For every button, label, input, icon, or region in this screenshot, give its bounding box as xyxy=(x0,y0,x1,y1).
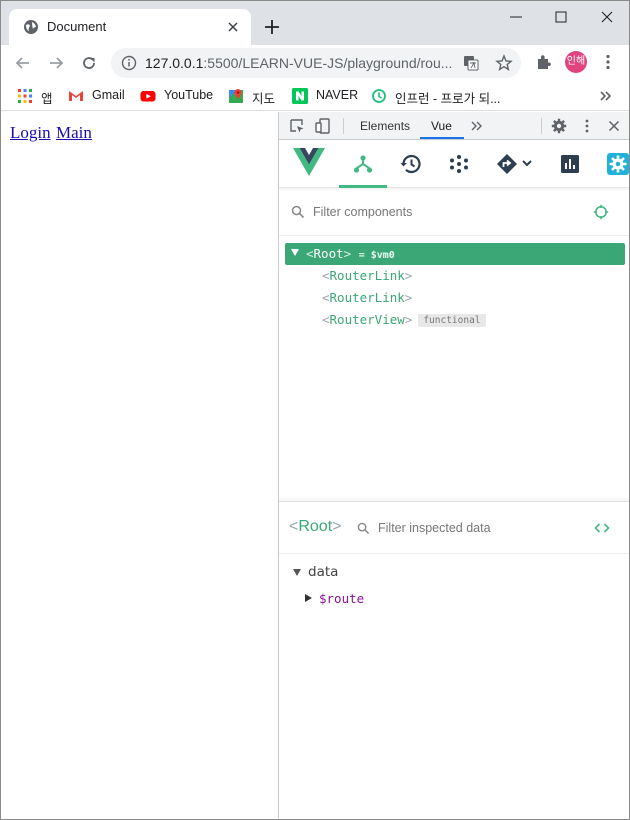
device-toolbar-icon[interactable] xyxy=(315,118,331,134)
youtube-icon xyxy=(140,91,156,102)
data-section-label: data xyxy=(308,564,339,580)
close-tab-icon[interactable] xyxy=(225,19,241,35)
open-source-code-icon[interactable] xyxy=(594,520,610,536)
tree-node-label: <RouterLink> xyxy=(322,268,413,283)
toolbar-divider xyxy=(343,118,344,134)
maximize-icon[interactable] xyxy=(549,7,573,27)
maps-icon xyxy=(229,89,243,103)
globe-icon xyxy=(24,20,38,34)
vm-reference: = $vm0 xyxy=(358,250,395,261)
gmail-icon xyxy=(69,91,83,101)
search-icon xyxy=(357,522,370,535)
tree-row-routerlink[interactable]: <RouterLink> xyxy=(285,265,625,287)
bookmark-star-icon[interactable] xyxy=(495,54,513,72)
vue-devtools-toolbar xyxy=(279,140,630,188)
more-tabs-icon[interactable] xyxy=(469,118,485,134)
tree-node-label: <Root> = $vm0 xyxy=(306,246,395,261)
naver-icon xyxy=(292,88,308,104)
forward-icon[interactable] xyxy=(46,53,66,73)
history-icon[interactable] xyxy=(399,152,423,176)
browser-menu-icon[interactable] xyxy=(599,53,617,71)
vuex-dots-icon[interactable] xyxy=(447,152,471,176)
inspector-header: <Root> Filter inspected data xyxy=(279,502,629,554)
page-viewport: Login Main xyxy=(1,112,278,819)
bookmark-label: YouTube xyxy=(164,88,214,102)
url-host: 127.0.0.1 xyxy=(145,55,204,71)
component-name: RouterLink xyxy=(329,268,405,283)
vue-settings-icon[interactable] xyxy=(606,152,630,176)
devtools-tab-bar: Elements Vue xyxy=(279,112,629,140)
close-devtools-icon[interactable] xyxy=(606,118,622,134)
functional-badge: functional xyxy=(418,314,486,327)
inspect-element-icon[interactable] xyxy=(289,118,305,134)
devtools-menu-icon[interactable] xyxy=(579,118,595,134)
tree-row-root[interactable]: <Root> = $vm0 xyxy=(285,243,625,265)
browser-toolbar: 127.0.0.1:5500/LEARN-VUE-JS/playground/r… xyxy=(1,45,629,81)
active-tab-indicator xyxy=(420,137,464,139)
components-icon[interactable] xyxy=(351,152,375,176)
extensions-icon[interactable] xyxy=(535,53,553,71)
inspected-component-title: <Root> xyxy=(289,518,342,535)
site-info-icon[interactable] xyxy=(121,55,137,71)
tree-node-label: <RouterView> functional xyxy=(322,312,486,327)
tab-elements[interactable]: Elements xyxy=(360,119,410,133)
settings-gear-icon[interactable] xyxy=(551,118,567,134)
main-link[interactable]: Main xyxy=(56,123,92,143)
tree-row-routerlink[interactable]: <RouterLink> xyxy=(285,287,625,309)
tab-title: Document xyxy=(47,19,107,34)
reload-icon[interactable] xyxy=(79,53,99,73)
toolbar-divider xyxy=(541,118,542,134)
component-tree: <Root> = $vm0 <RouterLink> <RouterLink> … xyxy=(279,236,629,496)
performance-chart-icon[interactable] xyxy=(558,152,582,176)
search-icon xyxy=(291,205,305,219)
bookmark-label: NAVER xyxy=(316,88,359,102)
url-text[interactable]: 127.0.0.1:5500/LEARN-VUE-JS/playground/r… xyxy=(145,55,465,71)
router-icon[interactable] xyxy=(495,152,535,176)
close-window-icon[interactable] xyxy=(595,7,619,27)
bookmark-label: Gmail xyxy=(92,88,125,102)
back-icon[interactable] xyxy=(13,53,33,73)
inflearn-icon xyxy=(372,89,386,103)
filter-components-input[interactable]: Filter components xyxy=(313,205,412,219)
title-bar: Document xyxy=(1,1,629,45)
more-bookmarks-icon[interactable] xyxy=(599,89,613,103)
translate-icon[interactable] xyxy=(463,55,479,71)
bookmark-label: 인프런 - 프로가 되... xyxy=(395,92,501,106)
bookmark-label: 지도 xyxy=(252,92,276,106)
bookmarks-bar: 앱 Gmail YouTube 지도 NAVER 인프런 - 프로가 되... xyxy=(1,81,629,111)
address-bar[interactable]: 127.0.0.1:5500/LEARN-VUE-JS/playground/r… xyxy=(111,48,521,78)
expand-arrow-icon[interactable] xyxy=(291,249,299,256)
bookmark-label: 앱 xyxy=(41,92,53,106)
tab-vue[interactable]: Vue xyxy=(431,119,452,133)
profile-avatar[interactable]: 인해 xyxy=(565,51,587,73)
component-name: Root xyxy=(313,246,344,261)
login-link[interactable]: Login xyxy=(10,123,51,143)
devtools-panel: Elements Vue Filter components <Root> = … xyxy=(278,112,630,819)
browser-tab[interactable]: Document xyxy=(9,9,251,45)
url-path: :5500/LEARN-VUE-JS/playground/rou... xyxy=(203,55,453,71)
property-key: $route xyxy=(319,591,365,606)
browser-window: Document 127.0.0.1:5500/LEARN-VUE-JS/pla… xyxy=(0,0,630,820)
inspected-component-name: Root xyxy=(298,518,333,535)
minimize-icon[interactable] xyxy=(504,7,528,27)
collapse-arrow-icon[interactable] xyxy=(293,569,301,576)
tree-node-label: <RouterLink> xyxy=(322,290,413,305)
vue-logo-icon xyxy=(293,148,325,176)
component-name: RouterLink xyxy=(329,290,405,305)
apps-grid-icon xyxy=(18,89,32,103)
component-name: RouterView xyxy=(329,312,405,327)
data-inspector: <Root> Filter inspected data data $route xyxy=(279,501,629,819)
expand-arrow-icon[interactable] xyxy=(305,594,312,602)
tree-row-routerview[interactable]: <RouterView> functional xyxy=(285,309,625,331)
filter-inspected-data-input[interactable]: Filter inspected data xyxy=(378,521,491,535)
component-filter[interactable]: Filter components xyxy=(279,188,629,236)
new-tab-icon[interactable] xyxy=(263,18,281,36)
select-component-target-icon[interactable] xyxy=(593,204,609,220)
